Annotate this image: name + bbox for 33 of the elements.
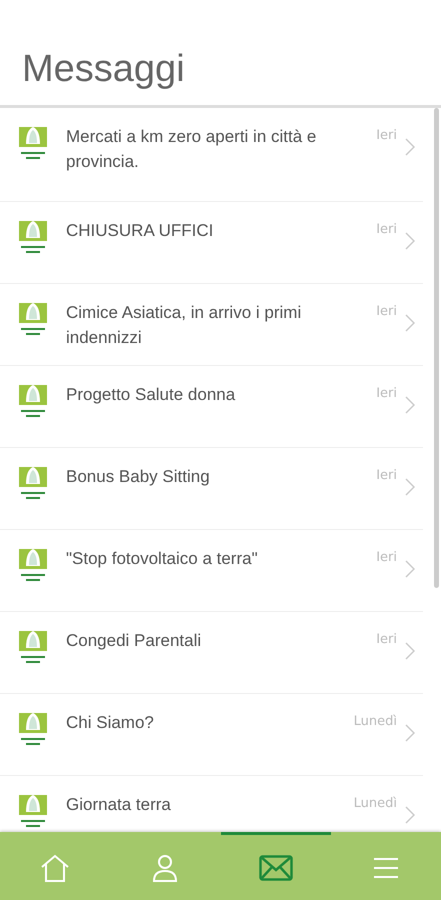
- message-date: Ieri: [376, 468, 397, 483]
- message-title[interactable]: Bonus Baby Sitting: [66, 464, 376, 489]
- scrollbar[interactable]: [434, 108, 439, 588]
- chevron-icon: [405, 138, 415, 156]
- message-title[interactable]: "Stop fotovoltaico a terra": [66, 546, 376, 571]
- message-title[interactable]: Progetto Salute donna: [66, 382, 376, 407]
- chevron-icon: [405, 560, 415, 578]
- chevron-icon: [405, 724, 415, 742]
- chevron-icon: [405, 396, 415, 414]
- message-date: Lunedì: [354, 796, 397, 811]
- message-date: Ieri: [376, 632, 397, 647]
- message-date: Ieri: [376, 386, 397, 401]
- message-date: Ieri: [376, 128, 397, 143]
- message-title[interactable]: Congedi Parentali: [66, 628, 376, 653]
- chevron-icon: [405, 478, 415, 496]
- menu-icon: [372, 856, 399, 878]
- message-date: Lunedì: [354, 714, 397, 729]
- message-title[interactable]: Chi Siamo?: [66, 710, 354, 735]
- chevron-icon: [405, 232, 415, 250]
- chevron-icon: [405, 314, 415, 332]
- message-date: Ieri: [376, 550, 397, 565]
- home-icon: [39, 852, 72, 882]
- message-title[interactable]: Cimice Asiatica, in arrivo i primi indennizzi: [66, 300, 376, 350]
- chevron-icon: [405, 642, 415, 660]
- message-date: Ieri: [376, 222, 397, 237]
- message-title[interactable]: Mercati a km zero aperti in città e provincia.: [66, 124, 376, 174]
- message-date: Ieri: [376, 304, 397, 319]
- message-title[interactable]: CHIUSURA UFFICI: [66, 218, 376, 243]
- message-title[interactable]: Giornata terra: [66, 792, 354, 817]
- envelope-icon: [258, 854, 293, 880]
- user-icon: [151, 852, 180, 882]
- page-title: Messaggi: [22, 48, 185, 91]
- chevron-icon: [405, 806, 415, 824]
